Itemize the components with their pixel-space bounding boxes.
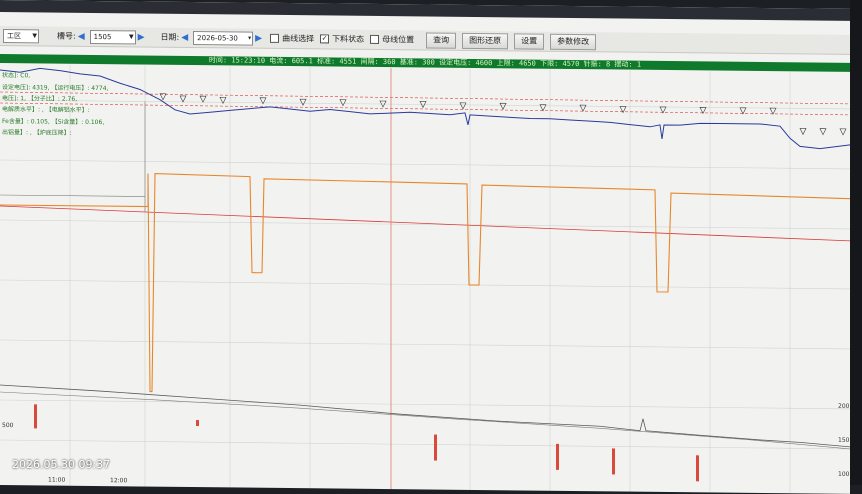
x-axis-tick: 12:00 bbox=[110, 477, 128, 485]
left-axis-tick: 500 bbox=[2, 422, 14, 430]
feed-marker bbox=[499, 102, 507, 110]
grid-line bbox=[0, 439, 850, 450]
right-axis-tick: 200 bbox=[838, 402, 850, 410]
monitor-bezel bbox=[850, 0, 862, 485]
feed-marker bbox=[179, 95, 187, 103]
feed-markers bbox=[159, 93, 847, 136]
event-marker bbox=[196, 420, 199, 427]
info-line: 电解质水平】: , 【电解铝水平】: bbox=[2, 106, 90, 114]
grid-line bbox=[0, 339, 850, 350]
info-line: 出铝量】: , 【炉底压降】: bbox=[2, 129, 72, 137]
right-axis-tick: 100 bbox=[838, 470, 850, 478]
grid-line bbox=[0, 219, 850, 230]
feed-marker bbox=[299, 98, 307, 106]
right-axis-tick: 150 bbox=[838, 436, 850, 444]
feed-marker bbox=[199, 95, 207, 103]
setpoint-line bbox=[0, 205, 850, 242]
feed-marker bbox=[739, 107, 747, 115]
lower-trend-curve-2 bbox=[0, 391, 850, 450]
feed-signal-curve bbox=[0, 173, 850, 393]
feed-marker bbox=[339, 99, 347, 107]
feed-marker bbox=[769, 107, 777, 115]
feed-marker bbox=[699, 107, 707, 115]
info-line: 电压]: 1, 【分子比】: 2.76, bbox=[2, 95, 78, 103]
feed-marker bbox=[839, 128, 847, 136]
event-marker bbox=[34, 404, 37, 429]
info-line: 状态]: C0, bbox=[2, 72, 31, 80]
feed-marker bbox=[459, 102, 467, 110]
app-screen: 工区 ▼ 槽号: ◀ 1505 ▼ ▶ 日期: ◀ 2026-05-30 ▾ ▶ 曲线… bbox=[0, 0, 850, 494]
event-markers bbox=[34, 404, 699, 482]
event-marker bbox=[434, 434, 437, 461]
feed-marker bbox=[799, 128, 807, 136]
info-line: Fe含量】: 0.105, 【Si含量】: 0.106, bbox=[2, 118, 105, 127]
x-axis-tick: 11:00 bbox=[48, 476, 66, 484]
grid-line bbox=[0, 279, 850, 290]
info-line: 设定电压]: 4319, 【运行电压】: 4774, bbox=[2, 84, 109, 93]
cell-info-panel: 状态]: C0, 设定电压]: 4319, 【运行电压】: 4774, 电压]:… bbox=[0, 64, 145, 196]
feed-marker bbox=[819, 128, 827, 136]
grid-line bbox=[0, 399, 850, 410]
event-marker bbox=[556, 443, 559, 470]
event-marker bbox=[696, 455, 699, 482]
event-marker bbox=[612, 448, 615, 475]
photo-timestamp: 2026.05.30 09:37 bbox=[12, 458, 111, 471]
